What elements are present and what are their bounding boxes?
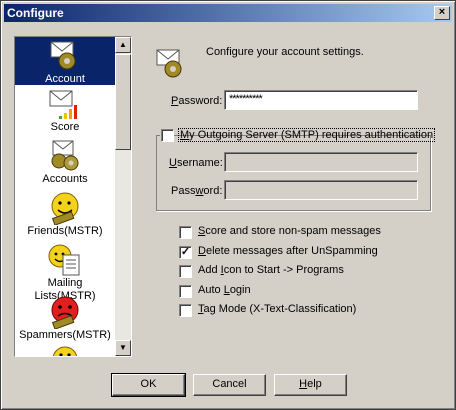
ok-button[interactable]: OK <box>111 373 186 397</box>
delete-after-unspam-label: Delete messages after UnSpamming <box>198 245 378 257</box>
score-icon <box>49 90 77 119</box>
account-icon <box>50 41 76 70</box>
scroll-up-button[interactable]: ▲ <box>115 37 131 53</box>
auto-login-checkbox[interactable] <box>179 285 192 298</box>
username-label: Username: <box>169 157 223 169</box>
friends-icon <box>51 192 79 225</box>
help-button[interactable]: Help <box>274 374 347 396</box>
password-label: Password: <box>171 95 223 107</box>
sidebar-item-label: Score <box>50 121 80 133</box>
score-non-spam-checkbox[interactable] <box>179 226 192 239</box>
delete-after-unspam-checkbox[interactable]: ✓ <box>179 246 192 259</box>
password-value: ********** <box>229 93 263 105</box>
sidebar-item-label: Account <box>45 73 85 85</box>
username-field[interactable] <box>224 152 418 172</box>
sidebar-item-score[interactable]: Score <box>15 89 115 134</box>
sidebar-item-friends[interactable]: Friends(MSTR) <box>15 191 115 238</box>
title-bar: Configure × <box>4 4 452 22</box>
category-list: Account Score Accounts Friends(MSTR) Mai… <box>14 36 132 357</box>
sidebar-item-accounts[interactable]: Accounts <box>15 139 115 186</box>
mailing-lists-icon <box>48 244 80 276</box>
header-text: Configure your account settings. <box>206 46 364 58</box>
sidebar-item-label: Accounts <box>42 173 88 185</box>
smtp-password-field[interactable] <box>224 180 418 200</box>
category-list-items: Account Score Accounts Friends(MSTR) Mai… <box>15 37 115 356</box>
smtp-auth-label: My Outgoing Server (SMTP) requires authe… <box>178 128 436 142</box>
add-start-icon-checkbox[interactable] <box>179 265 192 278</box>
sidebar-item-account[interactable]: Account <box>15 37 115 85</box>
spammers-icon <box>51 296 79 329</box>
partial-icon <box>52 346 78 356</box>
sidebar-item-spammers[interactable]: Spammers(MSTR) <box>15 295 115 342</box>
password-field[interactable]: ********** <box>224 90 418 110</box>
auto-login-label: Auto Login <box>198 284 251 296</box>
smtp-auth-option[interactable]: My Outgoing Server (SMTP) requires authe… <box>160 128 436 142</box>
sidebar-item-mailing-lists[interactable]: Mailing Lists(MSTR) <box>15 243 115 303</box>
smtp-auth-checkbox[interactable] <box>161 129 174 142</box>
score-non-spam-label: Score and store non-spam messages <box>198 225 381 237</box>
smtp-password-label: Password: <box>171 185 223 197</box>
sidebar-item-label: Friends(MSTR) <box>27 225 103 237</box>
window-title: Configure <box>7 6 64 20</box>
sidebar-item-partial[interactable] <box>15 345 115 356</box>
tag-mode-checkbox[interactable] <box>179 304 192 317</box>
accounts-icon <box>51 140 79 171</box>
close-button[interactable]: × <box>434 6 450 20</box>
tag-mode-label: Tag Mode (X-Text-Classification) <box>198 303 357 315</box>
scroll-thumb[interactable] <box>115 54 131 150</box>
account-settings-icon <box>156 49 182 78</box>
configure-dialog: Configure × Account Score Accounts Frien… <box>0 0 456 410</box>
sidebar-scrollbar[interactable]: ▲ ▼ <box>115 37 131 356</box>
cancel-button[interactable]: Cancel <box>193 374 266 396</box>
add-start-icon-label: Add Icon to Start -> Programs <box>198 264 344 276</box>
scroll-down-button[interactable]: ▼ <box>115 340 131 356</box>
sidebar-item-label: Spammers(MSTR) <box>19 329 111 341</box>
